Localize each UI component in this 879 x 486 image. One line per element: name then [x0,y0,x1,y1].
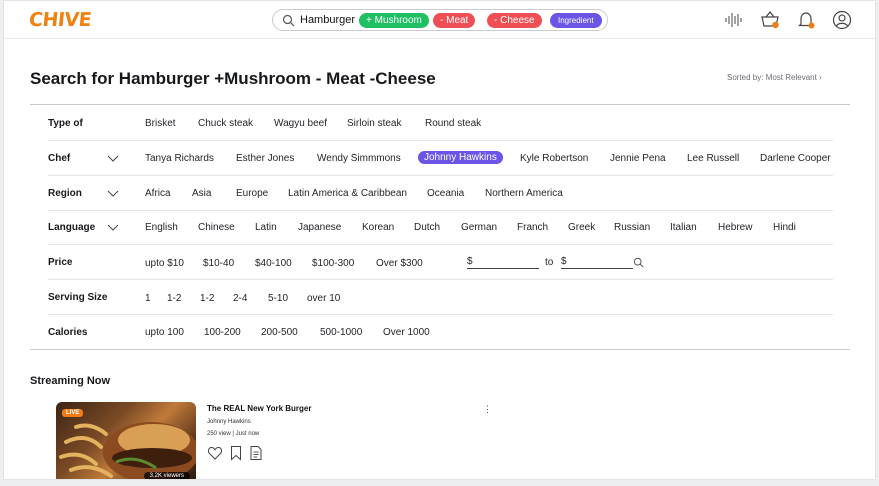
row-divider [48,279,833,280]
document-icon[interactable] [248,445,264,461]
filter-option[interactable]: Dutch [414,222,440,233]
basket-icon[interactable] [760,10,780,30]
chip-ingredient[interactable]: Ingredient [550,13,602,28]
filter-option[interactable]: Korean [362,222,394,233]
search-icon [282,14,295,27]
filter-option[interactable]: Round steak [425,118,481,129]
filter-option[interactable]: Kyle Robertson [520,153,588,164]
page-title: Search for Hamburger +Mushroom - Meat -C… [30,69,436,88]
row-divider [48,314,833,315]
filter-label-region: Region [48,188,82,199]
stream-author[interactable]: Johnny Hawkins [207,419,251,425]
filter-option[interactable]: 5-10 [268,293,288,304]
filter-option[interactable]: Tanya Richards [145,153,214,164]
filter-label-serving-size: Serving Size [48,292,108,303]
filter-option[interactable]: English [145,222,178,233]
filter-option[interactable]: Sirloin steak [347,118,401,129]
filter-option[interactable]: Chuck steak [198,118,253,129]
more-vertical-icon[interactable]: ⋮ [483,404,492,415]
filter-option[interactable]: Latin [255,222,277,233]
filter-option[interactable]: Over $300 [376,258,423,269]
filter-label-calories: Calories [48,327,88,338]
filter-option[interactable]: 1 [145,293,151,304]
filter-option[interactable]: 100-200 [204,327,241,338]
filter-option[interactable]: $10-40 [203,258,234,269]
chip-meat[interactable]: - Meat [433,13,476,28]
stream-meta: 250 view | Just now [207,431,260,437]
filter-option[interactable]: Darlene Cooper [760,153,831,164]
chip-mushroom[interactable]: + Mushroom [359,13,429,28]
filter-label-chef: Chef [48,153,71,164]
filter-option[interactable]: German [461,222,497,233]
chevron-down-icon[interactable] [107,190,119,198]
filter-option[interactable]: 2-4 [233,293,247,304]
filter-option[interactable]: upto $10 [145,258,184,269]
filter-option[interactable]: Africa [145,188,171,199]
filter-option[interactable]: Wendy Simmmons [317,153,401,164]
filter-option[interactable]: Japanese [298,222,341,233]
filter-option[interactable]: 1-2 [200,293,214,304]
filter-option-selected[interactable]: Johnny Hawkins [418,151,503,164]
filter-option[interactable]: Oceania [427,188,464,199]
app-frame: CHIVE Hamburger + Mushroom - Meat - Chee… [3,0,876,480]
row-divider [48,244,833,245]
divider [30,104,850,105]
chevron-down-icon[interactable] [107,224,119,232]
filter-option[interactable]: 200-500 [261,327,298,338]
voice-wave-icon[interactable] [724,10,744,30]
row-divider [48,175,833,176]
heart-icon[interactable] [207,445,223,461]
sort-dropdown[interactable]: Sorted by: Most Relevant › [727,73,822,82]
filter-option[interactable]: $40-100 [255,258,292,269]
filter-option[interactable]: Hindi [773,222,796,233]
filter-option[interactable]: Over 1000 [383,327,430,338]
filter-option[interactable]: $100-300 [312,258,354,269]
profile-icon[interactable] [832,10,852,30]
filter-option[interactable]: Greek [568,222,595,233]
price-min-field[interactable]: $ [467,256,539,269]
section-heading-streaming: Streaming Now [30,375,111,387]
row-divider [48,140,833,141]
filter-option[interactable]: 1-2 [167,293,181,304]
viewer-count: 3.2K viewers [143,472,190,479]
row-divider [48,210,833,211]
filter-option[interactable]: Hebrew [718,222,752,233]
filter-option[interactable]: 500-1000 [320,327,362,338]
price-to-label: to [545,257,554,268]
filter-option[interactable]: over 10 [307,293,340,304]
filter-option[interactable]: upto 100 [145,327,184,338]
filter-option[interactable]: Franch [517,222,548,233]
stream-title[interactable]: The REAL New York Burger [207,404,311,413]
filter-label-type-of: Type of [48,118,83,129]
filter-option[interactable]: Jennie Pena [610,153,666,164]
divider [30,349,850,350]
filter-option[interactable]: Europe [236,188,268,199]
filter-option[interactable]: Esther Jones [236,153,294,164]
chip-cheese[interactable]: - Cheese [487,13,542,28]
chevron-down-icon[interactable] [107,155,119,163]
top-header: CHIVE Hamburger + Mushroom - Meat - Chee… [4,1,875,39]
price-max-field[interactable]: $ [561,256,633,269]
logo[interactable]: CHIVE [28,9,92,31]
filter-option[interactable]: Lee Russell [687,153,739,164]
filter-label-language: Language [48,222,96,233]
filter-option[interactable]: Chinese [198,222,235,233]
filter-label-price: Price [48,257,73,268]
filter-option[interactable]: Latin America & Caribbean [288,188,407,199]
stream-thumbnail[interactable]: LIVE 3.2K viewers [56,402,196,479]
search-bar[interactable]: Hamburger + Mushroom - Meat - Cheese Ing… [272,9,608,31]
bookmark-icon[interactable] [228,445,244,461]
filter-option[interactable]: Brisket [145,118,176,129]
filter-option[interactable]: Italian [670,222,697,233]
bell-icon[interactable] [796,10,816,30]
filter-option[interactable]: Northern America [485,188,563,199]
filter-option[interactable]: Wagyu beef [274,118,327,129]
filter-option[interactable]: Russian [614,222,650,233]
live-badge: LIVE [62,409,84,417]
search-term[interactable]: Hamburger [300,13,355,27]
filter-option[interactable]: Asia [192,188,211,199]
search-icon[interactable] [633,257,644,268]
